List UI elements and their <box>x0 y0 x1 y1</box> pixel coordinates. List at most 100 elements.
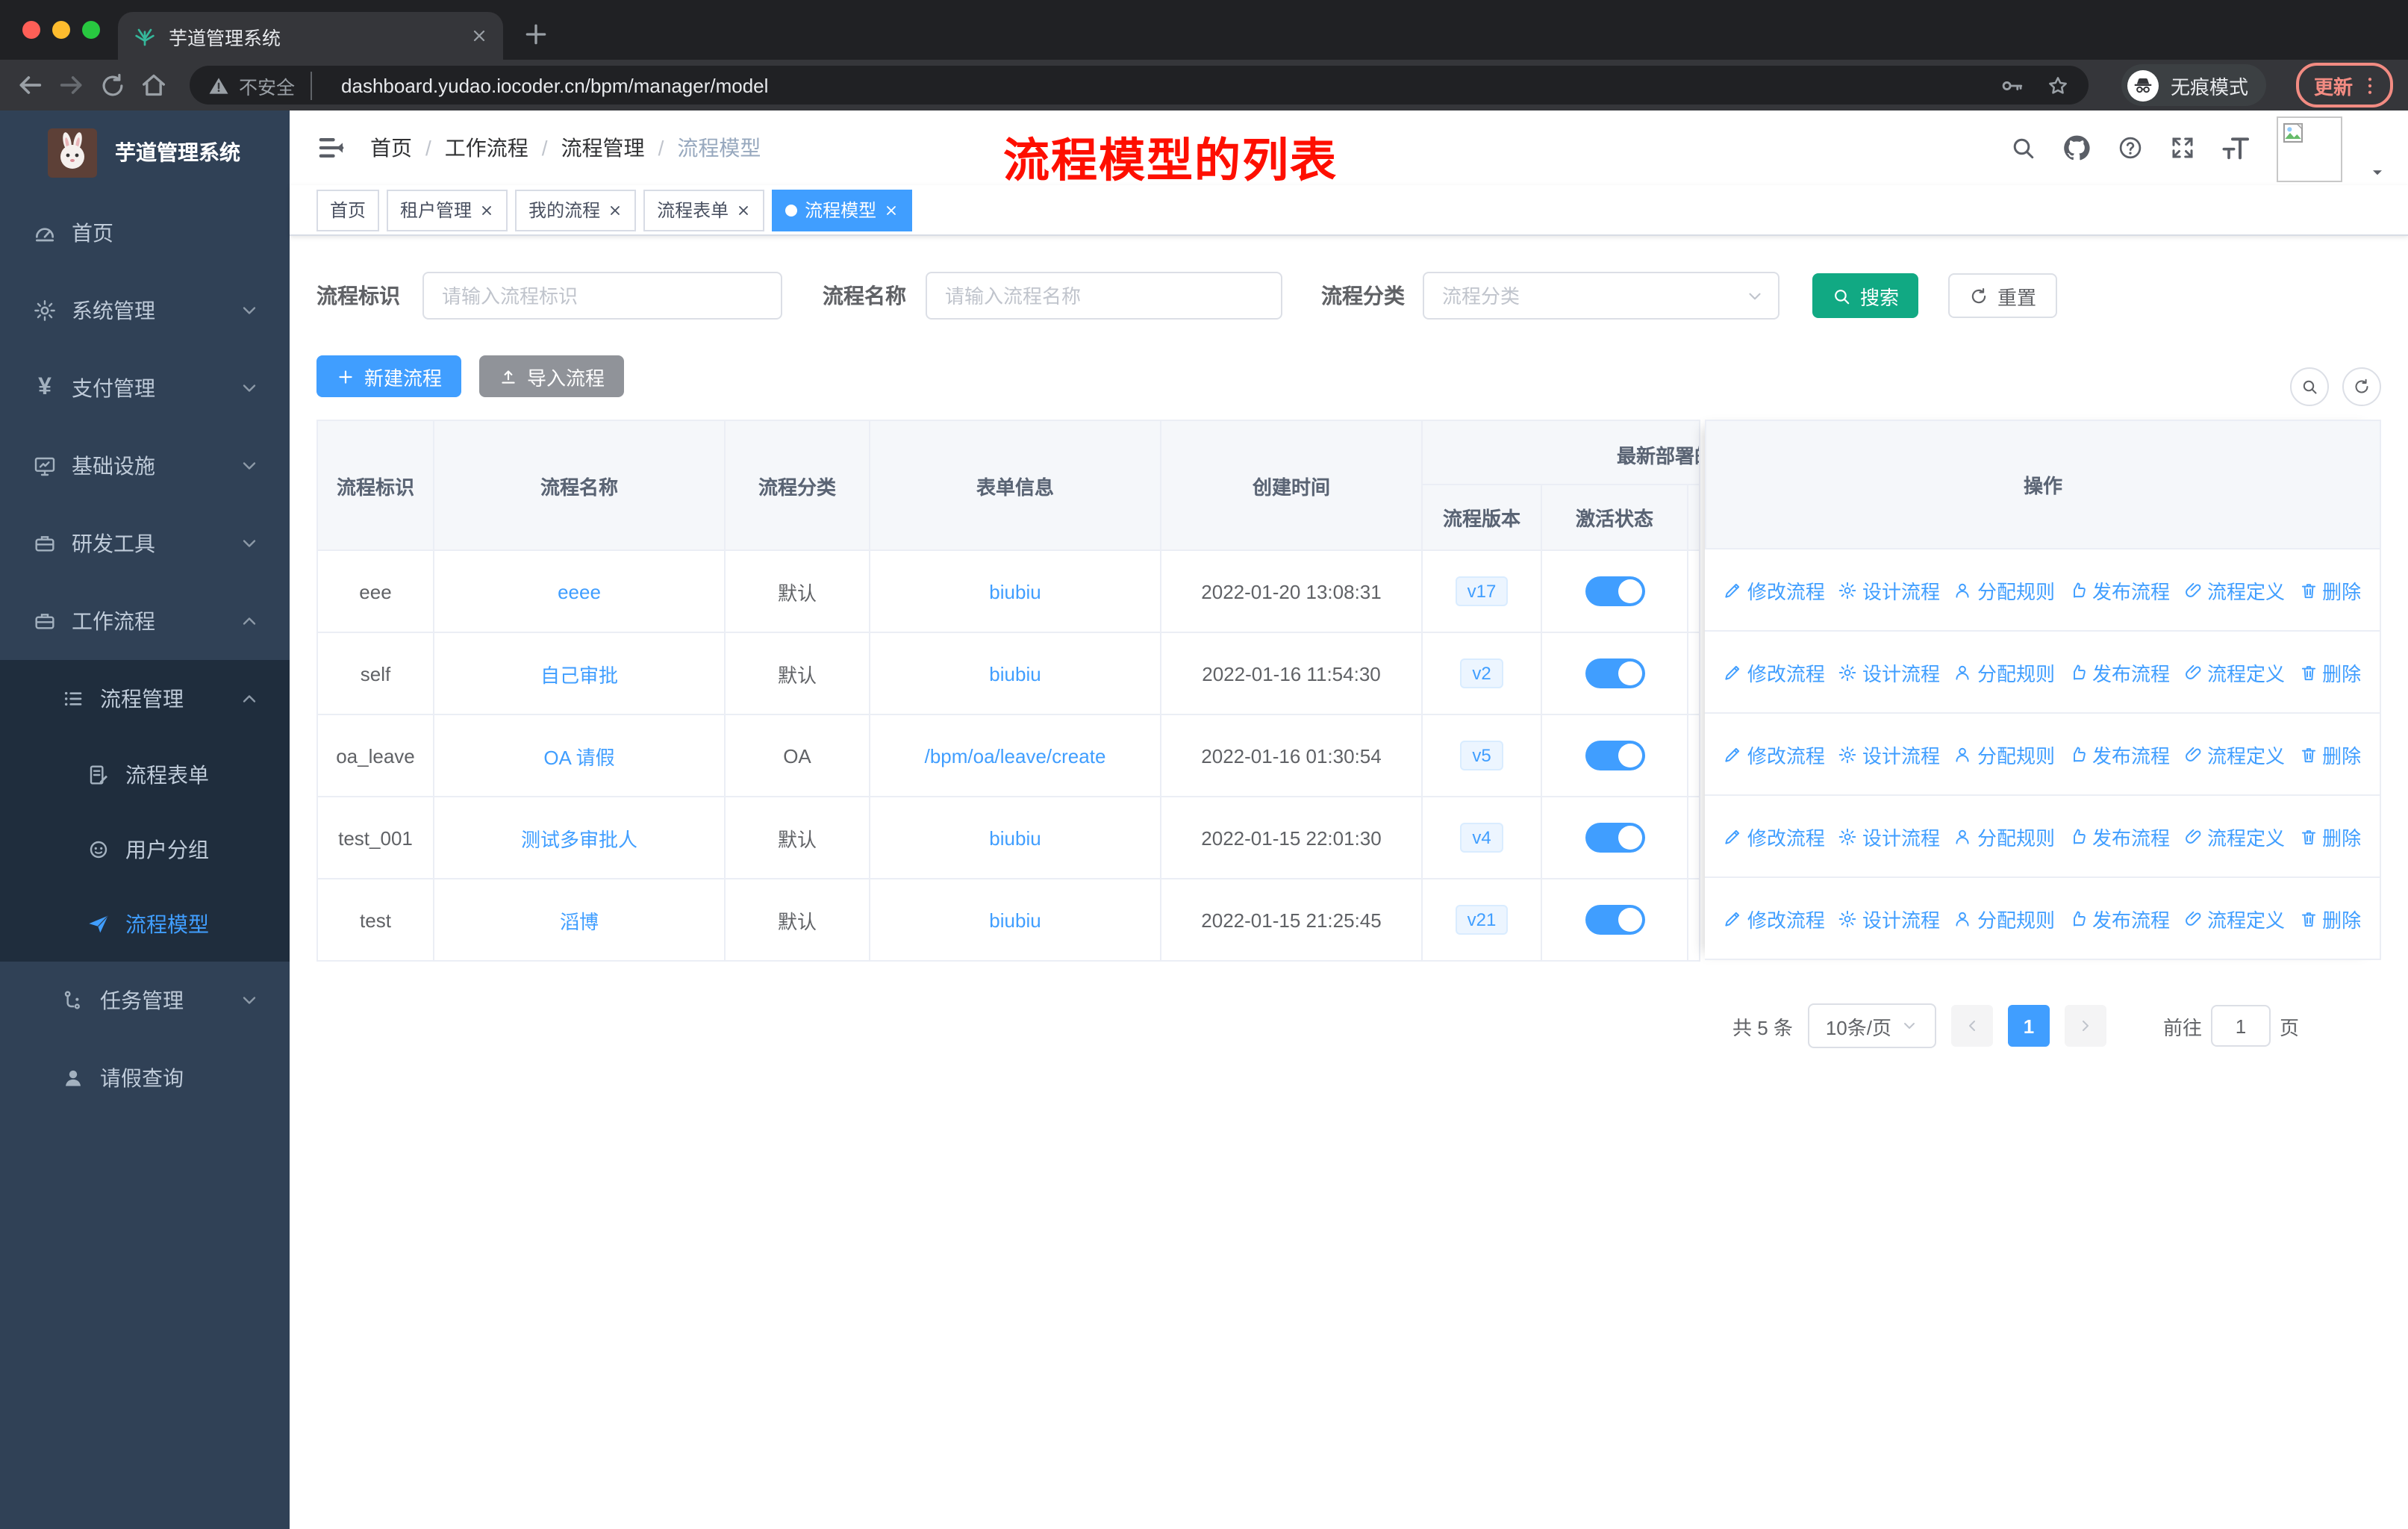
sidebar-item-dev-tools[interactable]: 研发工具 <box>0 505 290 582</box>
user-avatar[interactable] <box>2277 116 2342 182</box>
sidebar-item-workflow[interactable]: 工作流程 <box>0 582 290 660</box>
tab-close-icon[interactable] <box>470 27 488 45</box>
search-icon[interactable] <box>2009 134 2036 161</box>
search-button[interactable]: 搜索 <box>1812 273 1919 318</box>
process-definition-link[interactable]: 流程定义 <box>2183 576 2285 604</box>
form-info-link[interactable]: biubiu <box>989 662 1041 685</box>
tag-process-form[interactable]: 流程表单 <box>643 189 765 231</box>
process-name-link[interactable]: 测试多审批人 <box>521 828 637 850</box>
goto-page-input[interactable] <box>2210 1005 2271 1047</box>
prev-page-button[interactable] <box>1950 1005 1993 1047</box>
active-state-toggle[interactable] <box>1585 576 1644 606</box>
close-window-button[interactable] <box>22 21 40 39</box>
back-icon[interactable] <box>15 70 45 100</box>
process-name-link[interactable]: 自己审批 <box>540 664 618 686</box>
page-size-select[interactable]: 10条/页 <box>1807 1003 1936 1048</box>
browser-tab[interactable]: 芋道管理系统 <box>118 12 503 60</box>
assign-rule-link[interactable]: 分配规则 <box>1953 740 2055 768</box>
delete-process-link[interactable]: 删除 <box>2298 740 2361 768</box>
category-select[interactable] <box>1423 272 1780 320</box>
active-state-toggle[interactable] <box>1585 823 1644 853</box>
reload-icon[interactable] <box>99 71 127 99</box>
design-process-link[interactable]: 设计流程 <box>1838 904 1940 932</box>
assign-rule-link[interactable]: 分配规则 <box>1953 576 2055 604</box>
github-icon[interactable] <box>2062 133 2092 163</box>
process-definition-link[interactable]: 流程定义 <box>2183 822 2285 850</box>
page-number-button[interactable]: 1 <box>2007 1005 2050 1047</box>
design-process-link[interactable]: 设计流程 <box>1838 740 1940 768</box>
reset-button[interactable]: 重置 <box>1948 273 2058 318</box>
form-info-link[interactable]: biubiu <box>989 909 1041 931</box>
sidebar-item-process-form[interactable]: 流程表单 <box>0 738 290 812</box>
font-size-icon[interactable] <box>2221 133 2251 163</box>
publish-process-link[interactable]: 发布流程 <box>2068 576 2170 604</box>
tag-close-icon[interactable] <box>479 202 494 217</box>
sidebar-item-payment[interactable]: ¥ 支付管理 <box>0 349 290 427</box>
breadcrumb-workflow[interactable]: 工作流程 <box>445 133 528 163</box>
sidebar-item-process-model[interactable]: 流程模型 <box>0 887 290 962</box>
sidebar-fold-icon[interactable] <box>316 133 346 163</box>
breadcrumb-home[interactable]: 首页 <box>370 133 412 163</box>
process-name-input[interactable] <box>926 272 1282 320</box>
tag-tenant-management[interactable]: 租户管理 <box>387 189 508 231</box>
breadcrumb-process-management[interactable]: 流程管理 <box>561 133 645 163</box>
form-info-link[interactable]: biubiu <box>989 826 1041 849</box>
delete-process-link[interactable]: 删除 <box>2298 658 2361 686</box>
help-icon[interactable] <box>2117 134 2144 161</box>
process-key-input[interactable] <box>422 272 782 320</box>
modify-process-link[interactable]: 修改流程 <box>1724 740 1825 768</box>
browser-menu-dots-icon[interactable] <box>2359 74 2381 96</box>
tag-process-model[interactable]: 流程模型 <box>772 189 913 231</box>
process-name-link[interactable]: OA 请假 <box>543 746 614 768</box>
form-info-link[interactable]: /bpm/oa/leave/create <box>925 744 1106 767</box>
tag-close-icon[interactable] <box>884 202 899 217</box>
sidebar-item-user-group[interactable]: 用户分组 <box>0 812 290 887</box>
assign-rule-link[interactable]: 分配规则 <box>1953 904 2055 932</box>
minimize-window-button[interactable] <box>52 21 70 39</box>
forward-icon[interactable] <box>57 70 87 100</box>
bookmark-star-icon[interactable] <box>2045 72 2071 98</box>
refresh-table-button[interactable] <box>2342 367 2381 406</box>
address-bar[interactable]: 不安全 dashboard.yudao.iocoder.cn/bpm/manag… <box>190 66 2089 105</box>
sidebar-item-home[interactable]: 首页 <box>0 194 290 272</box>
sidebar-item-leave-query[interactable]: 请假查询 <box>0 1039 290 1117</box>
tag-home[interactable]: 首页 <box>316 189 380 231</box>
import-process-button[interactable]: 导入流程 <box>479 355 625 397</box>
fullscreen-icon[interactable] <box>2169 134 2196 161</box>
modify-process-link[interactable]: 修改流程 <box>1724 822 1825 850</box>
publish-process-link[interactable]: 发布流程 <box>2068 740 2170 768</box>
process-name-link[interactable]: eeee <box>558 580 601 602</box>
delete-process-link[interactable]: 删除 <box>2298 822 2361 850</box>
publish-process-link[interactable]: 发布流程 <box>2068 658 2170 686</box>
next-page-button[interactable] <box>2064 1005 2106 1047</box>
modify-process-link[interactable]: 修改流程 <box>1724 658 1825 686</box>
process-definition-link[interactable]: 流程定义 <box>2183 740 2285 768</box>
modify-process-link[interactable]: 修改流程 <box>1724 904 1825 932</box>
active-state-toggle[interactable] <box>1585 658 1644 688</box>
delete-process-link[interactable]: 删除 <box>2298 576 2361 604</box>
modify-process-link[interactable]: 修改流程 <box>1724 576 1825 604</box>
assign-rule-link[interactable]: 分配规则 <box>1953 822 2055 850</box>
design-process-link[interactable]: 设计流程 <box>1838 658 1940 686</box>
create-process-button[interactable]: 新建流程 <box>316 355 462 397</box>
sidebar-item-system[interactable]: 系统管理 <box>0 272 290 349</box>
active-state-toggle[interactable] <box>1585 905 1644 935</box>
browser-update-button[interactable]: 更新 <box>2295 63 2393 108</box>
active-state-toggle[interactable] <box>1585 741 1644 770</box>
tag-close-icon[interactable] <box>608 202 623 217</box>
process-name-link[interactable]: 滔博 <box>560 910 599 932</box>
new-tab-icon[interactable] <box>521 19 551 49</box>
assign-rule-link[interactable]: 分配规则 <box>1953 658 2055 686</box>
process-definition-link[interactable]: 流程定义 <box>2183 658 2285 686</box>
user-menu-caret-icon[interactable] <box>2368 162 2387 181</box>
tag-close-icon[interactable] <box>736 202 751 217</box>
password-key-icon[interactable] <box>1999 72 2024 98</box>
publish-process-link[interactable]: 发布流程 <box>2068 904 2170 932</box>
publish-process-link[interactable]: 发布流程 <box>2068 822 2170 850</box>
home-icon[interactable] <box>139 70 169 100</box>
sidebar-item-process-management[interactable]: 流程管理 <box>0 660 290 738</box>
maximize-window-button[interactable] <box>82 21 100 39</box>
toggle-search-button[interactable] <box>2290 367 2329 406</box>
tag-my-process[interactable]: 我的流程 <box>515 189 637 231</box>
design-process-link[interactable]: 设计流程 <box>1838 576 1940 604</box>
